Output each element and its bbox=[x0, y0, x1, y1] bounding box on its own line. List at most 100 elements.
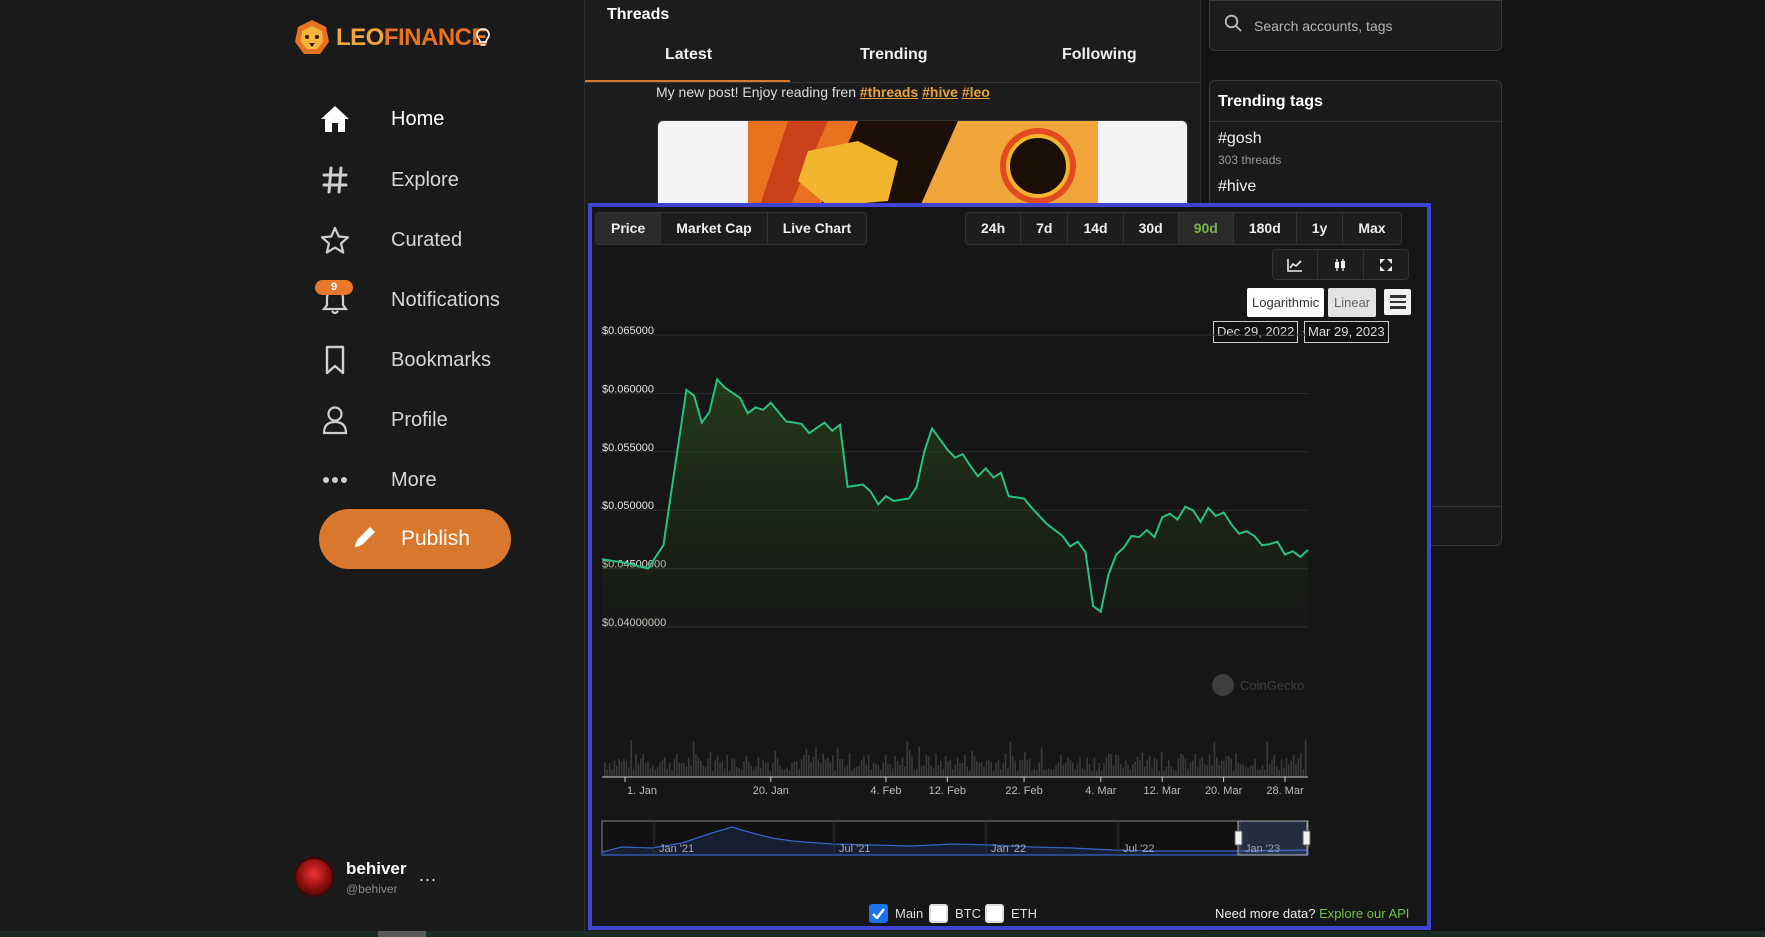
nav-explore[interactable]: Explore bbox=[318, 160, 459, 200]
notification-count-badge: 9 bbox=[315, 280, 353, 295]
navigator-left-handle[interactable] bbox=[1234, 830, 1243, 846]
volume-bar bbox=[992, 771, 995, 777]
volume-bar bbox=[652, 764, 654, 777]
volume-bar bbox=[656, 766, 659, 777]
compare-eth[interactable]: ETH bbox=[985, 904, 1037, 923]
volume-bar bbox=[820, 763, 822, 777]
divider bbox=[1210, 121, 1501, 122]
volume-bar bbox=[988, 760, 990, 777]
x-tick-label: 22. Feb bbox=[1005, 785, 1042, 797]
scrollbar-thumb[interactable] bbox=[378, 931, 426, 937]
account-menu-icon[interactable]: ... bbox=[419, 865, 437, 886]
leofinance-logo[interactable]: LEOFINANCE bbox=[292, 18, 488, 58]
volume-bar bbox=[757, 756, 760, 777]
nav-bookmarks[interactable]: Bookmarks bbox=[318, 340, 491, 380]
volume-bar bbox=[829, 762, 832, 777]
volume-bar bbox=[700, 761, 702, 777]
navigator-label: Jul '22 bbox=[1123, 843, 1154, 855]
volume-bar bbox=[889, 764, 892, 777]
volume-bar bbox=[1230, 758, 1232, 777]
volume-bar bbox=[1064, 762, 1067, 777]
volume-bar bbox=[781, 769, 784, 777]
publish-button[interactable]: Publish bbox=[319, 509, 511, 569]
tab-following[interactable]: Following bbox=[1062, 46, 1137, 64]
volume-bar bbox=[666, 768, 668, 777]
volume-bar bbox=[954, 764, 956, 777]
post-tag-leo[interactable]: #leo bbox=[962, 84, 990, 100]
volume-bar bbox=[1084, 769, 1086, 777]
volume-bar bbox=[1172, 769, 1175, 777]
volume-bar bbox=[774, 750, 776, 777]
volume-bar bbox=[647, 761, 649, 777]
volume-bar bbox=[1132, 764, 1134, 777]
volume-bar bbox=[805, 748, 808, 777]
user-icon bbox=[318, 403, 352, 437]
main-checkbox[interactable] bbox=[869, 904, 888, 923]
post-tag-threads[interactable]: #threads bbox=[860, 84, 918, 100]
volume-bar bbox=[1256, 769, 1259, 777]
nav-home-label: Home bbox=[391, 107, 445, 130]
y-tick-label: $0.060000 bbox=[602, 383, 654, 395]
volume-bar bbox=[940, 761, 942, 777]
post-tag-hive[interactable]: #hive bbox=[922, 84, 958, 100]
volume-bar bbox=[1100, 770, 1103, 777]
avatar bbox=[294, 857, 334, 897]
volume-bar bbox=[1141, 752, 1144, 777]
feed-tabs: Latest Trending Following bbox=[585, 40, 1202, 83]
nav-more[interactable]: More bbox=[318, 460, 437, 500]
volume-bar bbox=[978, 762, 980, 777]
volume-bar bbox=[628, 767, 630, 777]
watermark-text: CoinGecko bbox=[1240, 678, 1304, 693]
volume-bar bbox=[1040, 747, 1043, 777]
volume-bar bbox=[1091, 771, 1093, 777]
volume-bar bbox=[1194, 753, 1196, 777]
volume-bar bbox=[1201, 756, 1204, 777]
post-image[interactable] bbox=[657, 120, 1188, 210]
trending-tag-gosh[interactable]: #gosh bbox=[1218, 130, 1262, 148]
volume-bar bbox=[1232, 770, 1235, 777]
volume-bar bbox=[697, 757, 700, 777]
volume-bar bbox=[793, 761, 796, 777]
volume-bar bbox=[853, 767, 856, 777]
volume-bar bbox=[740, 769, 743, 777]
lightbulb-icon[interactable] bbox=[476, 28, 490, 53]
volume-bar bbox=[1199, 758, 1201, 777]
volume-bar bbox=[764, 763, 767, 777]
nav-profile[interactable]: Profile bbox=[318, 400, 448, 440]
volume-bar bbox=[985, 760, 988, 777]
eth-checkbox[interactable] bbox=[985, 904, 1004, 923]
volume-bar bbox=[834, 770, 836, 777]
btc-checkbox[interactable] bbox=[929, 904, 948, 923]
volume-bar bbox=[1024, 751, 1026, 777]
nav-curated[interactable]: Curated bbox=[318, 220, 462, 260]
volume-bar bbox=[964, 755, 966, 777]
volume-bar bbox=[716, 755, 719, 777]
volume-bar bbox=[649, 768, 652, 777]
tab-latest[interactable]: Latest bbox=[665, 46, 712, 64]
nav-home[interactable]: Home bbox=[318, 99, 444, 139]
compare-btc[interactable]: BTC bbox=[929, 904, 981, 923]
volume-bar bbox=[1031, 770, 1033, 777]
volume-bar bbox=[1151, 768, 1153, 777]
user-account[interactable]: behiver @behiver ... bbox=[294, 857, 436, 897]
volume-bar bbox=[973, 756, 976, 777]
compare-main[interactable]: Main bbox=[869, 904, 923, 923]
explore-api-link[interactable]: Explore our API bbox=[1319, 906, 1409, 921]
trending-tag-hive[interactable]: #hive bbox=[1218, 178, 1256, 196]
nav-notifications[interactable]: 9 Notifications bbox=[315, 280, 500, 320]
tab-trending[interactable]: Trending bbox=[860, 46, 928, 64]
x-tick-label: 4. Mar bbox=[1085, 785, 1117, 797]
search-input[interactable]: Search accounts, tags bbox=[1209, 0, 1502, 51]
volume-bar bbox=[858, 765, 860, 777]
horizontal-scrollbar[interactable] bbox=[0, 931, 1765, 937]
range-navigator[interactable]: Jan '21Jul '21Jan '22Jul '22Jan '23 bbox=[601, 820, 1311, 856]
navigator-right-handle[interactable] bbox=[1302, 830, 1311, 846]
volume-bar bbox=[930, 766, 932, 777]
volume-bar bbox=[1292, 754, 1295, 777]
volume-bar bbox=[906, 741, 908, 777]
nav-bookmarks-label: Bookmarks bbox=[391, 348, 492, 371]
volume-bar bbox=[695, 754, 697, 777]
volume-bar bbox=[800, 759, 803, 777]
navigator-selection[interactable] bbox=[1237, 820, 1308, 856]
volume-bar bbox=[1076, 763, 1079, 777]
